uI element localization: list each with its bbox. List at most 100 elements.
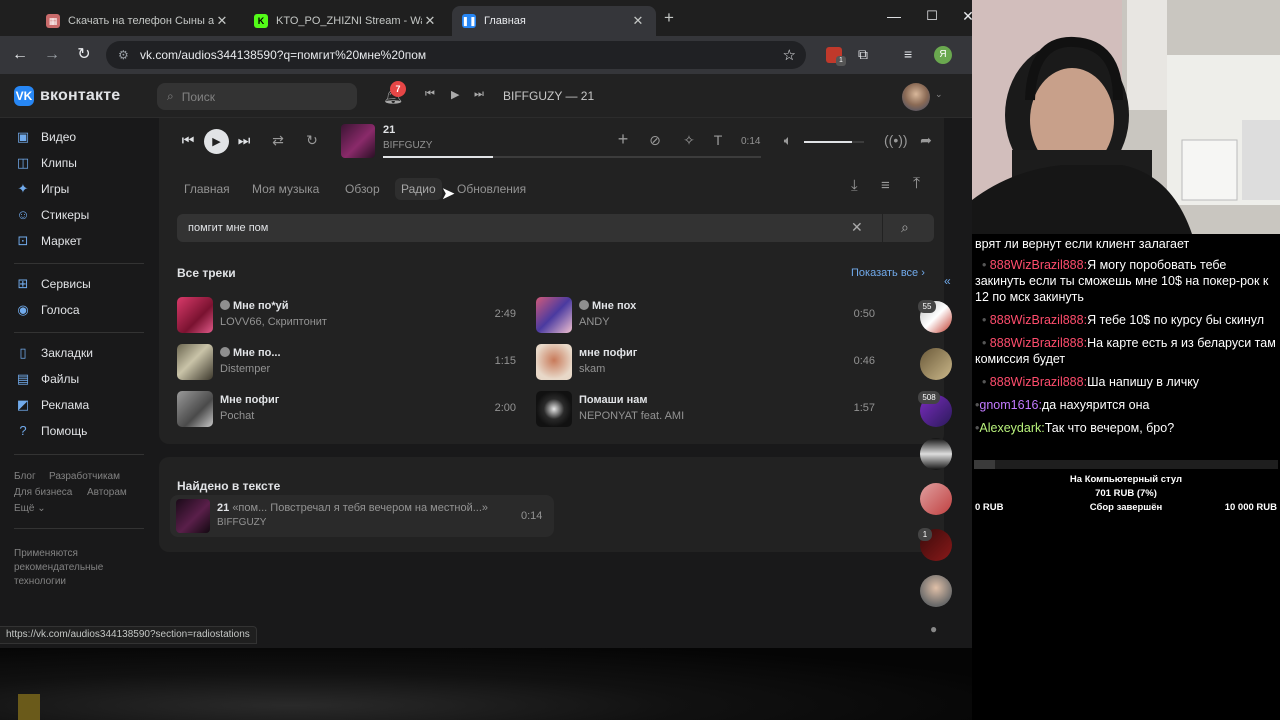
share-icon[interactable]: ➦ — [916, 132, 936, 149]
tab-kick-stream[interactable]: K KTO_PO_ZHIZNI Stream - Watc ✕ — [244, 6, 448, 36]
sidebar-item-bookmarks[interactable]: ▯ Закладки — [14, 343, 93, 363]
sidebar-item-help[interactable]: ? Помощь — [14, 421, 87, 441]
footer-link-blog[interactable]: Блог — [14, 471, 36, 482]
lyrics-icon[interactable]: T — [708, 132, 728, 148]
reload-icon[interactable]: ↻ — [74, 45, 94, 65]
close-tab-icon[interactable]: ✕ — [422, 13, 438, 29]
search-icon[interactable]: ⌕ — [901, 219, 909, 236]
chat-nick[interactable]: 888WizBrazil888: — [990, 313, 1087, 327]
sidebar-item-market[interactable]: ⊡ Маркет — [14, 231, 82, 251]
track-row[interactable]: мне пофиг skam 0:46 — [536, 343, 881, 383]
header-now-playing[interactable]: BIFFGUZY — 21 — [503, 89, 594, 103]
vk-logo[interactable]: VK вконтакте — [14, 86, 120, 106]
sidebar-item-ads[interactable]: ◩ Реклама — [14, 395, 89, 415]
close-tab-icon[interactable]: ✕ — [630, 13, 646, 29]
sidebar-item-services[interactable]: ⊞ Сервисы — [14, 274, 91, 294]
tab-my-music[interactable]: Моя музыка — [246, 178, 325, 200]
broadcast-icon[interactable]: ((•)) — [884, 132, 908, 148]
track-artist[interactable]: NEPONYAT feat. AMI — [579, 410, 684, 422]
track-artist[interactable]: Distemper — [220, 363, 270, 375]
sidebar-item-video[interactable]: ▣ Видео — [14, 127, 76, 147]
maximize-icon[interactable]: ☐ — [922, 8, 942, 24]
footer-link-developers[interactable]: Разработчикам — [49, 471, 120, 482]
tab-video-site[interactable]: ▦ Скачать на телефон Сыны ана ✕ — [36, 6, 240, 36]
lyrics-result-artist[interactable]: BIFFGUZY — [217, 517, 266, 528]
track-row[interactable]: Мне по... Distemper 1:15 — [177, 343, 522, 383]
chat-nick[interactable]: gnom1616: — [979, 398, 1042, 412]
prev-track-icon[interactable]: ⏮ — [178, 132, 198, 149]
repeat-icon[interactable]: ↻ — [302, 132, 322, 149]
upload-icon[interactable]: ⤒ — [913, 175, 920, 193]
next-track-icon[interactable]: ⏭ — [474, 88, 484, 101]
player-track-artist[interactable]: BIFFGUZY — [383, 140, 432, 151]
shuffle-icon[interactable]: ⇄ — [268, 132, 288, 149]
chat-nick[interactable]: 888WizBrazil888: — [990, 375, 1087, 389]
tab-overview[interactable]: Обзор — [339, 178, 386, 200]
play-button[interactable]: ▶ — [204, 129, 229, 154]
close-tab-icon[interactable]: ✕ — [214, 13, 230, 29]
sidebar-item-votes[interactable]: ◉ Голоса — [14, 300, 79, 320]
dislike-icon[interactable]: ⊘ — [645, 132, 665, 149]
chat-nick[interactable]: Alexeydark: — [979, 421, 1044, 435]
close-window-icon[interactable]: ✕ — [958, 8, 972, 25]
chat-avatar[interactable] — [920, 438, 952, 470]
sidebar-item-games[interactable]: ✦ Игры — [14, 179, 70, 199]
footer-link-business[interactable]: Для бизнеса — [14, 487, 72, 498]
play-icon[interactable]: ▶ — [451, 88, 459, 101]
sidebar-item-files[interactable]: ▤ Файлы — [14, 369, 79, 389]
clear-search-icon[interactable]: ✕ — [851, 219, 863, 236]
chat-nick[interactable]: 888WizBrazil888: — [990, 336, 1087, 350]
new-tab-button[interactable]: + — [664, 8, 674, 28]
collapse-rail-icon[interactable]: « — [944, 274, 951, 288]
track-row[interactable]: Мне пох ANDY 0:50 — [536, 296, 881, 336]
url-input[interactable]: ⚙ vk.com/audios344138590?q=помгит%20мне%… — [106, 41, 806, 69]
back-icon[interactable]: ← — [10, 45, 30, 65]
files-icon: ▤ — [16, 371, 30, 386]
tab-home[interactable]: Главная — [178, 178, 236, 200]
download-icon[interactable]: ⤓ — [851, 177, 858, 194]
track-row[interactable]: Мне по*уй LOVV66, Скриптонит 2:49 — [177, 296, 522, 336]
chat-avatar[interactable] — [920, 483, 952, 515]
track-artist[interactable]: ANDY — [579, 316, 610, 328]
chat-avatar[interactable] — [920, 575, 952, 607]
vk-search-input[interactable]: ⌕ Поиск — [157, 83, 357, 110]
site-info-icon[interactable]: ⚙ — [118, 48, 132, 62]
player-track-title[interactable]: 21 — [383, 124, 395, 136]
footer-link-authors[interactable]: Авторам — [87, 487, 127, 498]
footer-link-more[interactable]: Ещё ⌄ — [14, 503, 46, 514]
forward-icon[interactable]: → — [42, 45, 62, 65]
prev-track-icon[interactable]: ⏮ — [425, 88, 435, 101]
sparkle-icon[interactable]: ✧ — [679, 132, 699, 149]
add-icon[interactable]: + — [613, 129, 633, 150]
track-row[interactable]: Помаши нам NEPONYAT feat. AMI 1:57 — [536, 390, 881, 430]
chat-nick[interactable]: 888WizBrazil888: — [990, 258, 1087, 272]
user-avatar[interactable] — [902, 83, 930, 111]
track-artist[interactable]: skam — [579, 363, 605, 375]
extensions-icon[interactable]: ⧉ — [858, 46, 868, 63]
chat-avatar[interactable] — [920, 348, 952, 380]
volume-icon[interactable]: 🔈︎ — [778, 132, 798, 149]
add-playlist-icon[interactable]: ≡ — [881, 177, 890, 194]
chat-bubble-icon[interactable]: ● — [930, 622, 937, 636]
profile-avatar[interactable]: Я — [934, 46, 952, 64]
chevron-down-icon[interactable]: ⌄ — [935, 89, 943, 100]
now-playing-cover[interactable] — [341, 124, 375, 158]
media-controls-icon[interactable]: ≡ — [904, 46, 912, 62]
track-artist[interactable]: LOVV66, Скриптонит — [220, 316, 327, 328]
minimize-icon[interactable]: — — [884, 8, 904, 24]
lyrics-result-row[interactable]: 21 «пом... Повстречал я тебя вечером на … — [170, 495, 554, 537]
volume-slider[interactable] — [804, 141, 864, 143]
next-track-icon[interactable]: ⏭ — [234, 132, 254, 149]
track-artist[interactable]: Pochat — [220, 410, 254, 422]
recommendation-note[interactable]: Применяются рекомендательные технологии — [14, 547, 124, 589]
tab-radio[interactable]: Радио — [395, 178, 442, 200]
music-search-input[interactable]: помгит мне пом ✕ ⌕ — [177, 214, 934, 242]
show-all-link[interactable]: Показать все › — [851, 267, 925, 279]
tab-vk-main[interactable]: ❚❚ Главная ✕ — [452, 6, 656, 36]
sidebar-item-stickers[interactable]: ☺ Стикеры — [14, 205, 89, 225]
tab-updates[interactable]: Обновления — [451, 178, 532, 200]
bookmark-star-icon[interactable]: ☆ — [783, 46, 796, 64]
progress-track[interactable] — [383, 156, 761, 158]
track-row[interactable]: Мне пофиг Pochat 2:00 — [177, 390, 522, 430]
sidebar-item-clips[interactable]: ◫ Клипы — [14, 153, 77, 173]
